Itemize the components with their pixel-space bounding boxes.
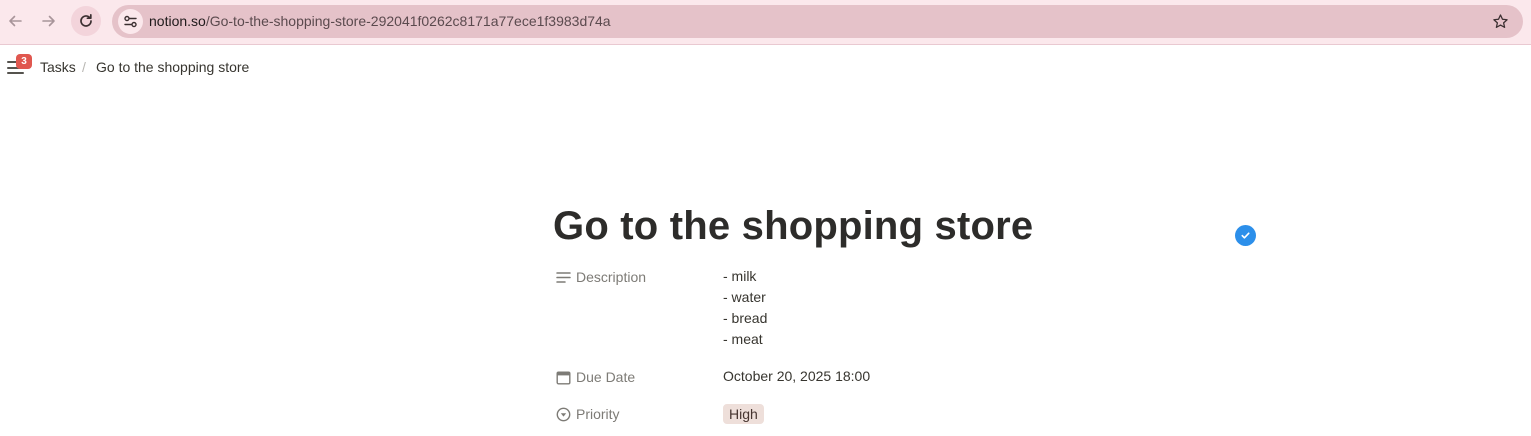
description-line: - water — [723, 289, 766, 305]
browser-toolbar: notion.so/Go-to-the-shopping-store-29204… — [0, 0, 1531, 45]
breadcrumb-tasks[interactable]: Tasks — [40, 59, 76, 75]
property-priority: Priority High — [555, 404, 764, 424]
forward-button[interactable] — [34, 6, 64, 36]
property-label-description[interactable]: Description — [555, 269, 723, 285]
select-circle-icon — [555, 406, 571, 422]
calendar-icon — [555, 369, 571, 385]
site-info-button[interactable] — [118, 9, 143, 34]
check-circle-icon[interactable] — [1235, 225, 1256, 246]
property-label-due-date[interactable]: Due Date — [555, 369, 723, 385]
breadcrumb-separator: / — [82, 59, 86, 75]
description-line: - bread — [723, 310, 768, 326]
bookmark-button[interactable] — [1491, 12, 1509, 30]
due-date-label-text: Due Date — [576, 369, 636, 385]
reload-icon — [80, 13, 92, 27]
description-line: - milk — [723, 268, 757, 284]
property-label-priority[interactable]: Priority — [555, 406, 723, 422]
arrow-left-icon — [9, 15, 22, 27]
url-path: /Go-to-the-shopping-store-292041f0262c81… — [205, 13, 611, 29]
notification-badge: 3 — [16, 54, 32, 69]
reload-button[interactable] — [71, 6, 101, 36]
url-text[interactable]: notion.so/Go-to-the-shopping-store-29204… — [149, 13, 611, 29]
address-bar[interactable]: notion.so/Go-to-the-shopping-store-29204… — [112, 5, 1523, 38]
url-domain: notion.so — [149, 13, 206, 29]
text-lines-icon — [555, 269, 571, 285]
priority-label-text: Priority — [576, 406, 620, 422]
star-icon — [1492, 13, 1508, 28]
priority-value[interactable]: High — [723, 404, 764, 424]
arrow-right-icon — [42, 15, 55, 27]
description-line: - meat — [723, 331, 763, 347]
priority-tag: High — [723, 404, 764, 424]
page-title[interactable]: Go to the shopping store — [553, 204, 1033, 249]
property-description: Description - milk - water - bread - mea… — [555, 266, 767, 350]
due-date-value[interactable]: October 20, 2025 18:00 — [723, 368, 870, 384]
notion-topbar: 3 Tasks / Go to the shopping store — [0, 46, 1531, 88]
description-value[interactable]: - milk - water - bread - meat — [723, 266, 767, 350]
property-due-date: Due Date October 20, 2025 18:00 — [555, 366, 870, 385]
description-label-text: Description — [576, 269, 647, 285]
back-button[interactable] — [0, 6, 30, 36]
tune-icon — [124, 15, 137, 28]
breadcrumb-current-page[interactable]: Go to the shopping store — [96, 59, 249, 75]
